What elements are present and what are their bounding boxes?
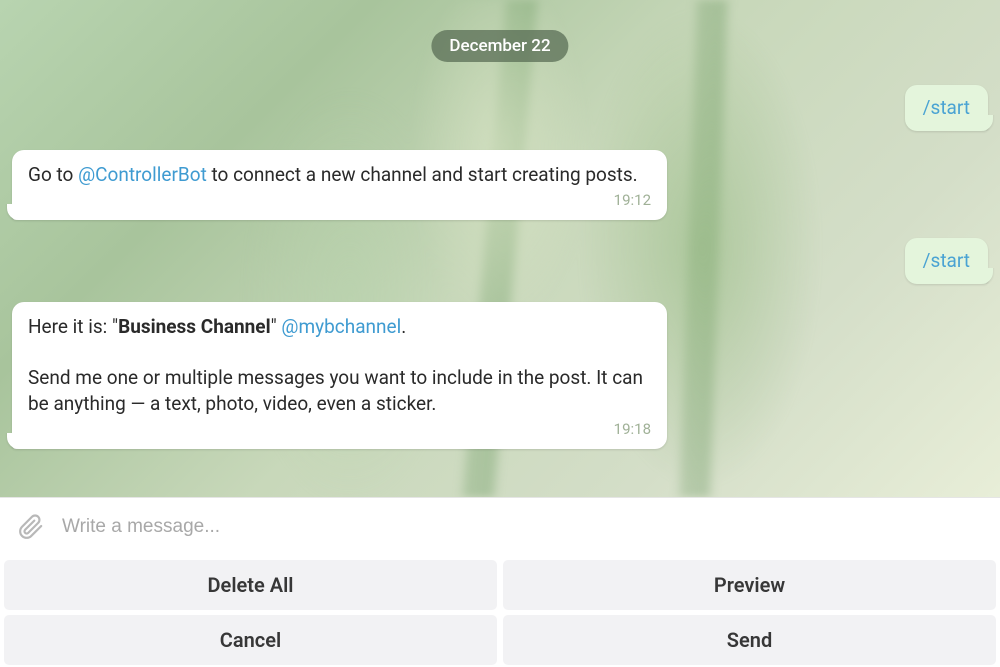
message-text: /start (923, 96, 970, 119)
message-time: 19:12 (614, 190, 651, 210)
date-badge: December 22 (431, 30, 568, 62)
outgoing-message[interactable]: /start (905, 238, 988, 284)
message-text: Here it is: "Business Channel" @mybchann… (28, 314, 651, 417)
preview-button[interactable]: Preview (503, 560, 996, 610)
message-input[interactable] (62, 516, 990, 538)
input-bar (0, 497, 1000, 555)
incoming-message[interactable]: Here it is: "Business Channel" @mybchann… (12, 302, 667, 449)
attach-icon[interactable] (18, 514, 44, 540)
send-button[interactable]: Send (503, 615, 996, 665)
outgoing-message[interactable]: /start (905, 85, 988, 131)
cancel-button[interactable]: Cancel (4, 615, 497, 665)
mention[interactable]: @mybchannel (281, 315, 401, 338)
bot-keyboard: Delete All Preview Cancel Send (0, 555, 1000, 665)
chat-area: December 22 /start Go to @ControllerBot … (0, 0, 1000, 497)
delete-all-button[interactable]: Delete All (4, 560, 497, 610)
message-text: Go to @ControllerBot to connect a new ch… (28, 163, 638, 186)
message-time: 19:18 (614, 419, 651, 439)
message-text: /start (923, 249, 970, 272)
incoming-message[interactable]: Go to @ControllerBot to connect a new ch… (12, 150, 667, 220)
mention[interactable]: @ControllerBot (78, 163, 207, 186)
